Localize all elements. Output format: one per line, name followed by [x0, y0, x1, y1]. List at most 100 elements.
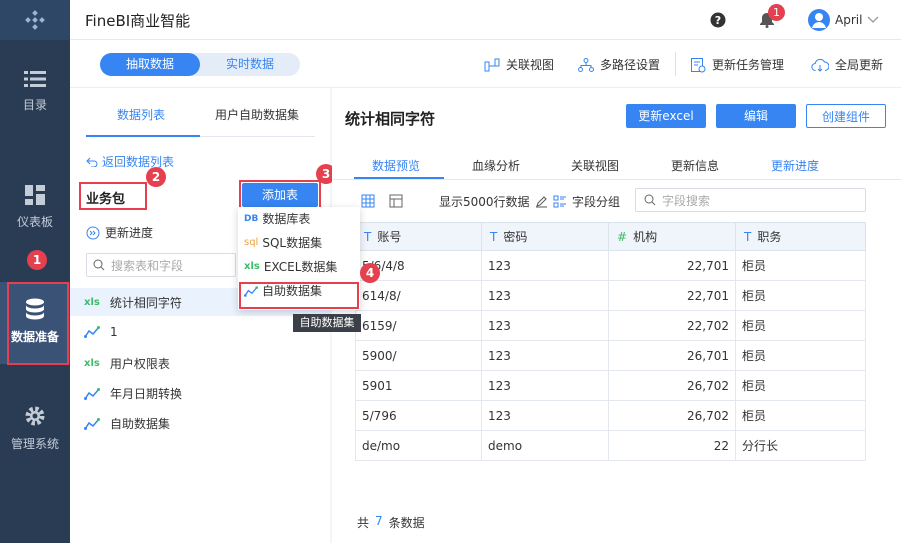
menu-item-label: SQL数据集 [262, 236, 323, 250]
column-header[interactable]: # 机构 [608, 222, 736, 251]
table-cell[interactable]: 26,702 [608, 400, 736, 431]
multipath-button[interactable]: 多路径设置 [578, 56, 660, 73]
selfset-icon [84, 387, 100, 400]
relation-icon [484, 58, 500, 71]
total-prefix: 共 [357, 516, 370, 530]
nav-catalog-label: 目录 [22, 98, 47, 112]
list-item[interactable]: xls 统计相同字符 [84, 294, 182, 311]
relation-view-button[interactable]: 关联视图 [484, 56, 554, 73]
table-cell[interactable]: 柜员 [735, 280, 866, 311]
column-header-label: 账号 [377, 230, 402, 244]
table-cell[interactable]: 柜员 [735, 340, 866, 371]
gear-icon [25, 406, 45, 426]
task-manage-button[interactable]: 更新任务管理 [690, 56, 784, 73]
search-icon [93, 259, 105, 271]
multipath-label: 多路径设置 [600, 58, 661, 72]
grid-view-icon[interactable] [361, 194, 375, 208]
field-group-button[interactable]: 字段分组 [553, 193, 620, 210]
table-cell[interactable]: 123 [481, 340, 609, 371]
column-header-label: 机构 [633, 230, 658, 244]
dashboard-icon [25, 185, 45, 205]
tab-lineage[interactable]: 血缘分析 [472, 157, 520, 174]
sql-icon: sql [244, 237, 259, 248]
show-rows[interactable]: 显示5000行数据 [439, 193, 548, 210]
create-component-button[interactable]: 创建组件 [806, 104, 886, 128]
menu-item-sql[interactable]: sql SQL数据集 [238, 231, 360, 255]
menu-item-db-table[interactable]: DB 数据库表 [238, 207, 360, 231]
edit-button[interactable]: 编辑 [716, 104, 796, 128]
table-view-icon[interactable] [389, 194, 403, 208]
table-row: 5901 123 26,702 柜员 [355, 370, 866, 401]
excel-icon: xls [84, 297, 100, 308]
tab-update-info[interactable]: 更新信息 [671, 157, 719, 174]
field-search-input[interactable]: 字段搜索 [635, 188, 866, 212]
table-row: 5/796 123 26,702 柜员 [355, 400, 866, 431]
table-cell[interactable]: 5/796 [355, 400, 482, 431]
tab-data-list[interactable]: 数据列表 [117, 106, 165, 123]
field-group-label: 字段分组 [572, 195, 621, 209]
table-cell[interactable]: 123 [481, 310, 609, 341]
text-type-icon: T [490, 230, 498, 244]
table-cell[interactable]: 柜员 [735, 370, 866, 401]
step-badge-4: 4 [360, 263, 380, 283]
column-header[interactable]: T 密码 [481, 222, 609, 251]
user-menu[interactable]: April [808, 9, 879, 31]
table-cell[interactable]: demo [481, 430, 609, 461]
list-item[interactable]: 年月日期转换 [84, 385, 182, 402]
table-cell[interactable]: 5900/ [355, 340, 482, 371]
tab-underline [86, 135, 200, 137]
column-header[interactable]: T 职务 [735, 222, 866, 251]
nav-catalog[interactable]: 目录 [0, 70, 70, 150]
table-cell[interactable]: 柜员 [735, 400, 866, 431]
tab-data-preview[interactable]: 数据预览 [372, 157, 420, 174]
table-cell[interactable]: 123 [481, 250, 609, 281]
tab-self-service[interactable]: 用户自助数据集 [215, 106, 299, 123]
global-update-label: 全局更新 [835, 58, 884, 72]
nav-admin[interactable]: 管理系统 [0, 405, 70, 475]
svg-text:?: ? [715, 14, 721, 27]
menu-item-excel[interactable]: xls EXCEL数据集 [238, 255, 360, 279]
table-cell[interactable]: 26,701 [608, 340, 736, 371]
table-cell[interactable]: 123 [481, 400, 609, 431]
menu-item-label: 数据库表 [262, 212, 311, 226]
total-count: 共 7 条数据 [357, 514, 425, 531]
table-cell[interactable]: 123 [481, 280, 609, 311]
realtime-mode-tab[interactable]: 实时数据 [200, 53, 300, 76]
update-progress-link[interactable]: 更新进度 [86, 224, 153, 241]
table-cell[interactable]: 分行长 [735, 430, 866, 461]
table-cell[interactable]: 22,701 [608, 250, 736, 281]
column-header[interactable]: T 账号 [355, 222, 482, 251]
table-cell[interactable]: de/mo [355, 430, 482, 461]
table-cell[interactable]: 22 [608, 430, 736, 461]
highlight-box-1 [7, 282, 69, 365]
list-item[interactable]: xls 用户权限表 [84, 355, 170, 372]
table-cell[interactable]: 22,701 [608, 280, 736, 311]
sidebar: 目录 仪表板 数据准备 管理系统 [0, 0, 70, 543]
db-icon: DB [244, 214, 259, 224]
app-title: FineBI商业智能 [85, 12, 191, 30]
table-cell[interactable]: 22,702 [608, 310, 736, 341]
table-search[interactable]: 搜索表和字段 [86, 253, 236, 277]
table-cell[interactable]: 26,702 [608, 370, 736, 401]
progress-icon [86, 226, 100, 239]
tab-relation[interactable]: 关联视图 [571, 157, 619, 174]
list-item[interactable]: 1 [84, 325, 118, 339]
table-cell[interactable]: 柜员 [735, 250, 866, 281]
table-cell[interactable]: 柜员 [735, 310, 866, 341]
step-badge-1: 1 [27, 250, 47, 270]
global-update-button[interactable]: 全局更新 [811, 56, 883, 73]
table-cell[interactable]: 5901 [355, 370, 482, 401]
text-type-icon: T [364, 230, 372, 244]
update-excel-button[interactable]: 更新excel [626, 104, 706, 128]
tab-update-progress[interactable]: 更新进度 [771, 157, 819, 174]
table-cell[interactable]: 6159/ [355, 310, 482, 341]
list-item[interactable]: 自助数据集 [84, 415, 170, 432]
cloud-refresh-icon [811, 58, 829, 72]
table-cell[interactable]: 123 [481, 370, 609, 401]
app-logo[interactable] [0, 0, 70, 40]
task-icon [691, 57, 706, 72]
extract-mode-tab[interactable]: 抽取数据 [100, 53, 200, 76]
table-cell[interactable]: 614/8/ [355, 280, 482, 311]
table-row: 614/8/123 22,701 柜员 [355, 280, 866, 311]
help-icon[interactable]: ? [710, 12, 726, 28]
